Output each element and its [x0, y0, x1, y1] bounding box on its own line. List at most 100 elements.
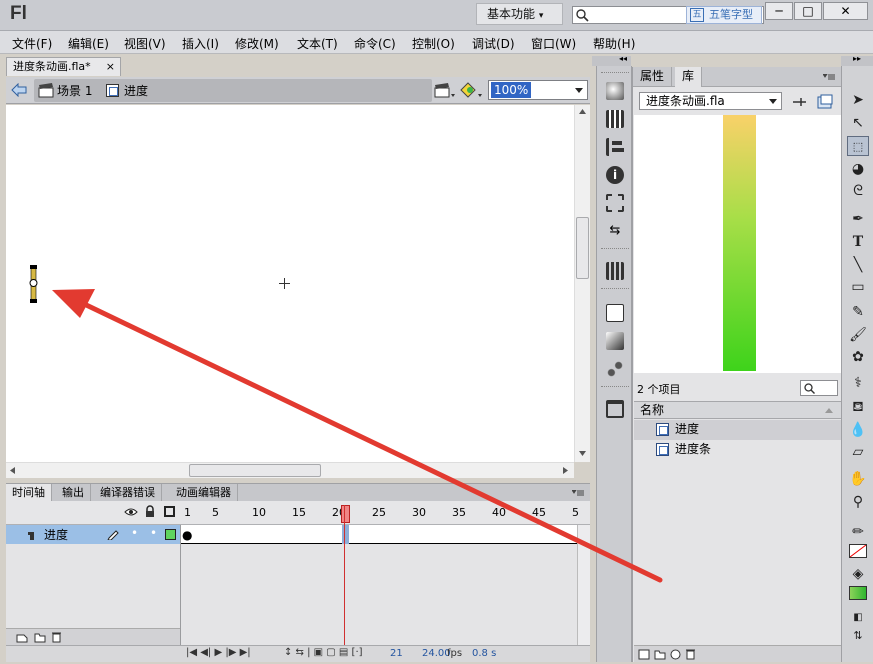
lasso-icon[interactable]: ᘓ [847, 181, 869, 201]
eyedropper-icon[interactable]: 💧 [847, 420, 869, 440]
info-icon[interactable]: i [606, 166, 624, 184]
pin-library-icon[interactable] [791, 95, 807, 109]
behaviors-icon[interactable] [606, 332, 624, 350]
delete-icon[interactable] [51, 631, 62, 643]
eraser-icon[interactable]: ▱ [847, 442, 869, 462]
library-search-input[interactable] [800, 380, 838, 396]
frame-row[interactable] [181, 525, 578, 544]
layer-row[interactable]: 进度 • • [6, 525, 180, 544]
properties-icon[interactable] [670, 649, 681, 660]
playback-controls[interactable]: |◀ ◀| ▶ |▶ ▶| [186, 647, 251, 658]
close-tab-icon[interactable]: × [106, 58, 115, 75]
scroll-left-icon[interactable] [10, 467, 15, 474]
motion-presets-icon[interactable] [606, 360, 624, 378]
playhead-handle[interactable] [341, 505, 350, 523]
stage-vertical-scrollbar[interactable] [574, 105, 590, 462]
scene-icon[interactable]: ⇆ [606, 222, 624, 240]
deco-icon[interactable]: ✿ [847, 347, 869, 367]
stroke-color-icon[interactable]: ✏ [847, 522, 869, 542]
edit-symbols-icon[interactable] [460, 81, 484, 99]
new-folder-icon[interactable] [34, 632, 46, 643]
selection-icon[interactable]: ➤ [847, 90, 869, 110]
zoom-select[interactable]: 100% [488, 80, 588, 100]
timeline-vertical-scrollbar[interactable] [577, 525, 590, 645]
pencil-icon[interactable]: ✎ [847, 302, 869, 322]
panel-menu-icon[interactable] [823, 74, 835, 80]
tab-properties[interactable]: 属性 [633, 67, 673, 87]
components-icon[interactable] [606, 262, 624, 280]
tab-timeline[interactable]: 时间轴 [6, 484, 52, 502]
fill-color-icon[interactable]: ◈ [847, 564, 869, 584]
current-frame[interactable]: 21 [390, 648, 403, 659]
library-item[interactable]: 进度 [634, 420, 841, 440]
menu-commands[interactable]: 命令(C) [354, 35, 396, 52]
scroll-thumb[interactable] [576, 217, 589, 279]
menu-window[interactable]: 窗口(W) [531, 35, 576, 52]
stage[interactable] [6, 105, 574, 462]
frame-grid[interactable]: ● [180, 505, 578, 645]
swap-colors-icon[interactable]: ⇅ [847, 626, 869, 646]
screens-icon[interactable] [606, 400, 624, 418]
progress-symbol-instance[interactable] [27, 265, 41, 305]
keyframe-dot[interactable]: ● [182, 529, 192, 541]
color-icon[interactable] [606, 82, 624, 100]
subselection-icon[interactable]: ↖ [847, 113, 869, 133]
column-header-name[interactable]: 名称 [634, 401, 841, 419]
menu-view[interactable]: 视图(V) [124, 35, 166, 52]
library-document-select[interactable]: 进度条动画.fla [639, 92, 782, 110]
breadcrumb-scene[interactable]: 场景 1 [57, 82, 92, 99]
tab-compiler-errors[interactable]: 编译器错误 [94, 484, 162, 502]
outline-icon[interactable] [164, 506, 175, 517]
lock-icon[interactable] [145, 505, 155, 518]
scroll-thumb[interactable] [189, 464, 321, 477]
text-icon[interactable]: T [847, 232, 869, 252]
pen-icon[interactable]: ✒ [847, 209, 869, 229]
menu-debug[interactable]: 调试(D) [472, 35, 515, 52]
workspace-switcher[interactable]: 基本功能 ▾ [476, 3, 563, 25]
free-transform-icon[interactable]: ⬚ [847, 136, 869, 156]
new-library-panel-icon[interactable] [817, 94, 833, 109]
menu-control[interactable]: 控制(O) [412, 35, 455, 52]
line-icon[interactable]: ╲ [847, 255, 869, 275]
layer-name[interactable]: 进度 [44, 526, 68, 543]
rectangle-icon[interactable]: ▭ [847, 277, 869, 297]
tab-output[interactable]: 输出 [56, 484, 91, 502]
menu-file[interactable]: 文件(F) [12, 35, 52, 52]
scroll-right-icon[interactable] [563, 467, 568, 474]
minimize-button[interactable]: ─ [765, 2, 793, 20]
paint-bucket-icon[interactable]: ⛾ [847, 397, 869, 417]
library-item[interactable]: 进度条 [634, 440, 841, 460]
new-folder-icon[interactable] [654, 649, 666, 660]
hand-icon[interactable]: ✋ [847, 469, 869, 489]
transform-icon[interactable] [606, 194, 624, 212]
scroll-down-icon[interactable] [579, 451, 586, 456]
new-layer-icon[interactable] [16, 632, 28, 643]
stroke-color-swatch[interactable] [849, 544, 867, 558]
menu-text[interactable]: 文本(T) [297, 35, 338, 52]
maximize-button[interactable]: □ [794, 2, 822, 20]
stage-horizontal-scrollbar[interactable] [6, 462, 574, 478]
menu-help[interactable]: 帮助(H) [593, 35, 635, 52]
frame-ruler[interactable]: 1 5 10 15 20 25 30 35 40 45 5 [184, 501, 584, 525]
delete-icon[interactable] [685, 648, 696, 660]
3d-rotation-icon[interactable]: ◕ [847, 159, 869, 179]
tools-collapse-bar[interactable]: ▸▸ [841, 54, 873, 66]
eye-icon[interactable] [124, 507, 138, 517]
menu-edit[interactable]: 编辑(E) [68, 35, 109, 52]
back-arrow-icon[interactable] [11, 83, 27, 97]
new-symbol-icon[interactable] [638, 649, 650, 660]
dock-collapse-bar[interactable]: ◂◂ [592, 54, 631, 66]
layer-visible-dot[interactable]: • [131, 526, 138, 540]
menu-modify[interactable]: 修改(M) [235, 35, 279, 52]
close-button[interactable]: ✕ [823, 2, 868, 20]
menu-insert[interactable]: 插入(I) [182, 35, 219, 52]
panel-menu-icon[interactable] [572, 490, 584, 496]
swatches-icon[interactable] [606, 110, 624, 128]
layer-lock-dot[interactable]: • [150, 526, 157, 540]
align-icon[interactable] [606, 138, 624, 156]
zoom-icon[interactable]: ⚲ [847, 492, 869, 512]
layer-outline-color[interactable] [165, 529, 176, 540]
fill-color-swatch[interactable] [849, 586, 867, 600]
onion-skin-controls[interactable]: ↕ ⇆ | ▣ ▢ ▤ [·] [284, 647, 363, 658]
tab-library[interactable]: 库 [675, 67, 703, 87]
